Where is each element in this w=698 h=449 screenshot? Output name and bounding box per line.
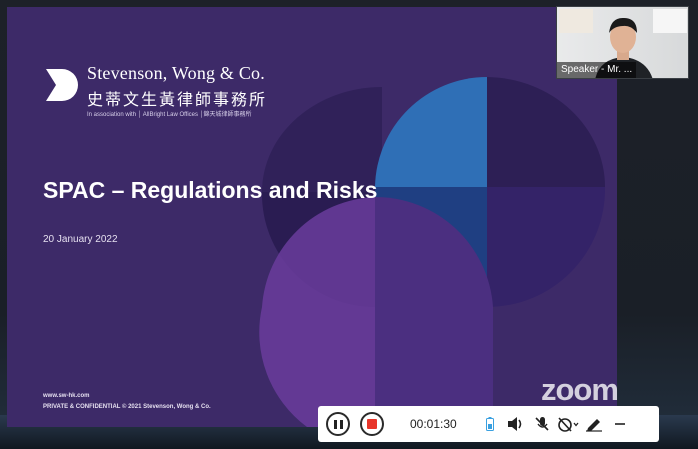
recording-control-bar: 00:01:30	[318, 406, 659, 442]
shape-blue-quarter	[375, 77, 487, 187]
microphone-button[interactable]	[529, 412, 555, 436]
association-line: In association with │ AllBright Law Offi…	[87, 112, 252, 118]
speaker-video-tile[interactable]: Speaker - Mr. ...	[556, 6, 689, 79]
firm-name-zh: 史蒂文生黃律師事務所	[87, 90, 268, 109]
notification-button[interactable]	[555, 412, 581, 436]
annotate-button[interactable]	[581, 412, 607, 436]
confidential-notice: PRIVATE & CONFIDENTIAL © 2021 Stevenson,…	[43, 404, 211, 410]
zoom-logo: zoom	[541, 372, 619, 407]
stop-icon	[367, 419, 377, 429]
slide-date: 20 January 2022	[43, 234, 118, 245]
speaker-volume-icon	[507, 417, 522, 431]
slide-title: SPAC – Regulations and Risks	[43, 177, 378, 203]
minimize-button[interactable]	[607, 412, 633, 436]
pause-button[interactable]	[326, 412, 350, 436]
battery-indicator	[477, 412, 503, 436]
speaker-name-label: Speaker - Mr. ...	[557, 62, 637, 78]
shape-mid-right	[487, 187, 606, 307]
shape-top-right-quarter	[487, 77, 606, 187]
volume-button[interactable]	[503, 412, 529, 436]
firm-name-en: Stevenson, Wong & Co.	[87, 63, 265, 83]
shared-slide: Stevenson, Wong & Co. 史蒂文生黃律師事務所 In asso…	[7, 7, 617, 427]
pause-icon	[333, 419, 343, 429]
stop-button[interactable]	[360, 412, 384, 436]
annotate-pen-icon	[585, 419, 602, 432]
recording-timer: 00:01:30	[410, 417, 457, 431]
alarm-muted-icon	[557, 417, 579, 432]
minimize-icon	[614, 423, 625, 425]
firm-logo-icon	[46, 69, 78, 101]
battery-icon	[485, 417, 494, 431]
firm-website: www.sw-hk.com	[43, 393, 90, 399]
microphone-muted-icon	[535, 417, 549, 431]
